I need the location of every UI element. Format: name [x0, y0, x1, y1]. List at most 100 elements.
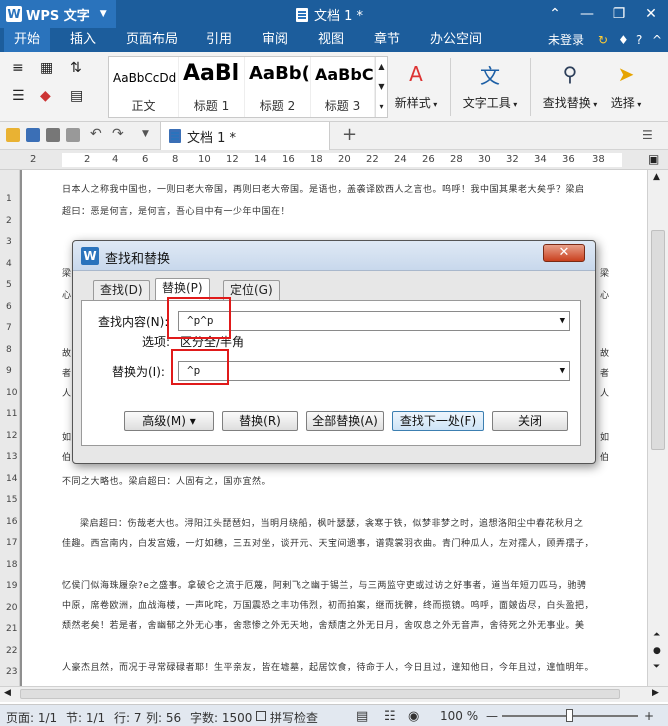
- border-icon[interactable]: ▤: [70, 88, 83, 104]
- dropdown-arrow-icon[interactable]: ▼: [560, 362, 565, 380]
- quick-access-bar: ↶ ↷ ▼ 文档 1 * + ☰: [0, 122, 668, 150]
- close-icon[interactable]: ✕: [636, 0, 666, 28]
- sort-icon[interactable]: ⇅: [70, 60, 82, 76]
- document-tab[interactable]: 文档 1 *: [160, 122, 330, 150]
- vruler-number: 22: [6, 645, 18, 656]
- style-heading-1[interactable]: AaBl 标题 1: [179, 57, 245, 117]
- zoom-level[interactable]: 100 %: [440, 709, 478, 723]
- fill-color-icon[interactable]: ◆: [40, 88, 51, 104]
- skin-icon[interactable]: ⌃: [540, 0, 570, 28]
- paragraph-tools: ≡ ▦ ⇅ ☰ ◆ ▤: [8, 60, 98, 114]
- select-button[interactable]: ➤ 选择 ▾: [606, 60, 646, 111]
- web-view-icon[interactable]: ◉: [408, 709, 419, 724]
- replace-panel: 查找内容(N): ^p^p ▼ 选项: 区分全/半角 替换为(I): ^p ▼ …: [81, 300, 581, 446]
- next-page-icon[interactable]: ⏷: [653, 662, 660, 672]
- document-line: 日本人之称我中国也，一则曰老大帝国，再则曰老大帝国。是语也，盖袭译欧西人之言也。…: [62, 185, 585, 195]
- document-fragment: 梁: [600, 269, 610, 279]
- save-icon[interactable]: [26, 128, 40, 142]
- new-style-button[interactable]: A 新样式 ▾: [394, 60, 438, 111]
- restore-icon[interactable]: ❐: [604, 0, 634, 28]
- status-row: 行: 7: [114, 711, 142, 725]
- tab-list-icon[interactable]: ☰: [642, 128, 653, 142]
- list-icon[interactable]: ☰: [12, 88, 25, 104]
- highlight-replace-value: [171, 349, 229, 385]
- vertical-scrollbar[interactable]: ▲ ⏶ ● ⏷: [647, 170, 668, 686]
- quick-more-icon[interactable]: ▼: [142, 129, 149, 139]
- tab-office-space[interactable]: 办公空间: [430, 28, 482, 52]
- spell-check-checkbox[interactable]: [256, 711, 266, 721]
- tab-goto[interactable]: 定位(G): [223, 280, 280, 300]
- style-sample: AaBbCcDd: [113, 71, 177, 85]
- tab-page-layout[interactable]: 页面布局: [126, 28, 178, 52]
- scroll-right-icon[interactable]: ▶: [652, 688, 659, 698]
- zoom-out-icon[interactable]: —: [486, 709, 498, 723]
- find-next-button[interactable]: 查找下一处(F): [392, 411, 484, 431]
- table-icon[interactable]: ▦: [40, 60, 53, 76]
- replace-all-button[interactable]: 全部替换(A): [306, 411, 384, 431]
- ruler-number: 2: [84, 154, 91, 165]
- document-fragment: 者: [600, 369, 610, 379]
- outline-view-icon[interactable]: ☷: [384, 709, 396, 724]
- shirt-icon[interactable]: ♦: [618, 28, 629, 52]
- find-label: 查找内容(N):: [98, 315, 169, 329]
- zoom-slider-thumb[interactable]: [566, 709, 573, 722]
- replace-label: 替换为(I):: [112, 365, 165, 379]
- text-tools-button[interactable]: 文 文字工具 ▾: [462, 60, 518, 111]
- app-menu-button[interactable]: W WPS 文字 ▼: [0, 0, 116, 28]
- tab-chapter[interactable]: 章节: [374, 28, 400, 52]
- style-normal[interactable]: AaBbCcDd 正文: [109, 57, 179, 117]
- ruler-number: 34: [534, 154, 547, 165]
- undo-icon[interactable]: ↶: [90, 126, 102, 142]
- minimize-icon[interactable]: —: [572, 0, 602, 28]
- wps-logo-icon: W: [81, 247, 99, 265]
- horizontal-scrollbar[interactable]: ◀ ▶: [0, 686, 668, 702]
- style-heading-2[interactable]: AaBb( 标题 2: [245, 57, 311, 117]
- redo-icon[interactable]: ↷: [112, 126, 124, 142]
- select-browse-icon[interactable]: ●: [653, 646, 661, 656]
- find-input[interactable]: ^p^p ▼: [178, 311, 570, 331]
- tab-review[interactable]: 审阅: [262, 28, 288, 52]
- print-icon[interactable]: [46, 128, 60, 142]
- add-tab-icon[interactable]: +: [342, 124, 357, 145]
- horizontal-scroll-thumb[interactable]: [20, 689, 620, 699]
- document-fragment: 心: [600, 291, 610, 301]
- ruler-number: 10: [198, 154, 211, 165]
- open-folder-icon[interactable]: [6, 128, 20, 142]
- dialog-close-button[interactable]: ✕: [543, 244, 585, 262]
- advanced-button[interactable]: 高级(M) ▾: [124, 411, 214, 431]
- replace-button[interactable]: 替换(R): [222, 411, 298, 431]
- dialog-title: 查找和替换: [105, 252, 171, 267]
- ruler-number: 36: [562, 154, 575, 165]
- dropdown-arrow-icon[interactable]: ▼: [560, 312, 565, 330]
- login-status[interactable]: 未登录: [548, 28, 584, 52]
- scroll-left-icon[interactable]: ◀: [4, 688, 11, 698]
- style-heading-3[interactable]: AaBbC 标题 3: [311, 57, 375, 117]
- document-fragment: 伯: [600, 453, 610, 463]
- sync-icon[interactable]: ↻: [598, 28, 608, 52]
- help-icon[interactable]: ?: [636, 28, 642, 52]
- print-preview-icon[interactable]: [66, 128, 80, 142]
- close-button[interactable]: 关闭: [492, 411, 568, 431]
- line-spacing-icon[interactable]: ≡: [12, 60, 24, 76]
- status-spell[interactable]: 拼写检查: [270, 709, 318, 726]
- find-replace-button[interactable]: ⚲ 查找替换 ▾: [540, 60, 600, 111]
- vruler-number: 11: [6, 409, 18, 419]
- status-words[interactable]: 字数: 1500: [190, 709, 252, 726]
- scroll-thumb[interactable]: [651, 230, 665, 450]
- tab-home[interactable]: 开始: [4, 28, 51, 52]
- scroll-up-icon[interactable]: ▲: [653, 172, 660, 182]
- ruler-number: 20: [338, 154, 351, 165]
- zoom-in-icon[interactable]: +: [644, 709, 654, 723]
- vruler-number: 15: [6, 495, 18, 505]
- prev-page-icon[interactable]: ⏶: [653, 630, 660, 640]
- tab-insert[interactable]: 插入: [70, 28, 96, 52]
- tab-view[interactable]: 视图: [318, 28, 344, 52]
- gallery-scroll[interactable]: ▲ ▼ ▾: [375, 57, 387, 117]
- collapse-icon[interactable]: ^: [652, 28, 662, 52]
- text-tools-label: 文字工具: [462, 96, 511, 110]
- tab-reference[interactable]: 引用: [206, 28, 232, 52]
- page-view-icon[interactable]: ▤: [356, 709, 368, 724]
- tab-find[interactable]: 查找(D): [93, 280, 150, 300]
- ruler-toggle-icon[interactable]: ▣: [648, 152, 659, 166]
- replace-input[interactable]: ^p ▼: [178, 361, 570, 381]
